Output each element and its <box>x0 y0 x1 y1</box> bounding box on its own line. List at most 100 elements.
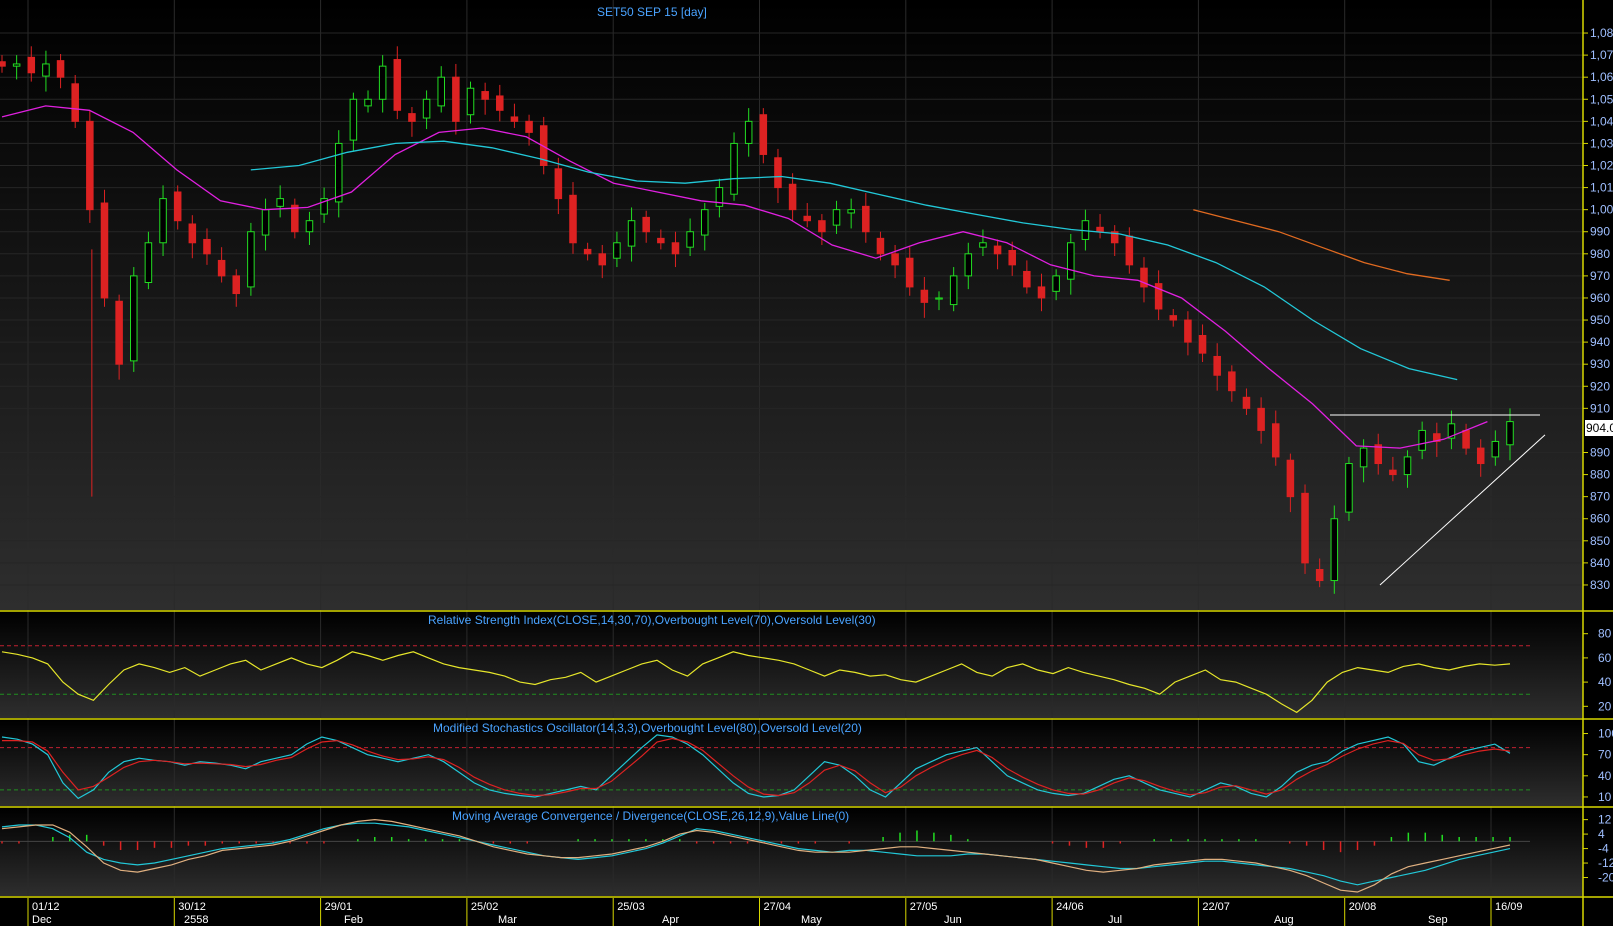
indicator-axis-label: -4 <box>1598 842 1609 856</box>
candle-up <box>42 63 50 77</box>
indicator-axis-label: -20 <box>1598 871 1613 885</box>
candle-up <box>1418 429 1426 451</box>
current-price-label: 904.00 <box>1586 421 1613 435</box>
candle-up <box>949 275 958 306</box>
candle-down <box>452 76 460 122</box>
candle-up <box>422 98 431 119</box>
candle-down <box>876 237 885 255</box>
x-axis-month-label: Dec <box>32 914 52 926</box>
price-axis-label: 1,080 <box>1590 26 1613 40</box>
indicator-axis-label: 4 <box>1598 827 1605 841</box>
candle-up <box>686 231 694 248</box>
candle-down <box>115 300 123 365</box>
indicator-axis-label: 80 <box>1598 627 1612 641</box>
candle-down <box>1286 459 1295 498</box>
candle-down <box>1476 447 1485 465</box>
candle-up <box>334 142 343 203</box>
candle-down <box>188 223 197 244</box>
candle-up <box>744 120 753 144</box>
candle-down <box>891 253 899 266</box>
candle-up <box>437 76 445 107</box>
candle-up <box>1052 275 1060 292</box>
candle-up <box>613 242 621 259</box>
stock-chart: 1,080 1,070 1,060 1,050 1,040 1,030 1,020 1,010… <box>0 0 1613 926</box>
candle-up <box>1359 447 1368 468</box>
candle-up <box>466 87 475 116</box>
rsi-panel-bg <box>0 612 1583 718</box>
candle-down <box>86 120 94 211</box>
candle-up <box>364 98 372 107</box>
x-axis-date-label: 25/02 <box>471 901 499 913</box>
candle-up <box>159 198 167 244</box>
candle-up <box>12 63 21 67</box>
candle-up <box>847 209 855 214</box>
candle-down <box>510 116 519 122</box>
candle-down <box>100 202 109 299</box>
price-axis-label: 850 <box>1590 534 1610 548</box>
candle-down <box>759 114 768 155</box>
rsi-title: Relative Strength Index(CLOSE,14,30,70),… <box>428 613 876 627</box>
x-axis-month-label: Sep <box>1428 914 1448 926</box>
candle-up <box>261 209 270 236</box>
candle-down <box>1228 371 1236 392</box>
price-axis-label: 950 <box>1590 313 1610 327</box>
x-axis-date-label: 22/07 <box>1202 901 1230 913</box>
candle-up <box>979 242 987 248</box>
candle-down <box>1169 315 1178 321</box>
indicator-axis-label: 70 <box>1598 748 1612 762</box>
candle-down <box>1242 396 1251 409</box>
x-axis-date-label: 27/05 <box>910 901 938 913</box>
candle-down <box>1037 286 1046 299</box>
candle-down <box>496 95 504 111</box>
candle-up <box>700 209 709 236</box>
candle-down <box>1198 334 1207 354</box>
indicator-axis-label: 12 <box>1598 813 1612 827</box>
candle-down <box>1315 569 1324 582</box>
candle-up <box>627 220 636 247</box>
price-axis-label: 960 <box>1590 291 1610 305</box>
candle-up <box>1506 421 1514 446</box>
x-axis-date-label: 01/12 <box>32 901 60 913</box>
price-axis-label: 870 <box>1590 490 1610 504</box>
price-axis-label: 880 <box>1590 468 1610 482</box>
candle-down <box>408 113 416 122</box>
x-axis-month-label: Aug <box>1274 914 1294 926</box>
price-axis-label: 1,020 <box>1590 159 1613 173</box>
x-axis-month-label: Jul <box>1108 914 1122 926</box>
price-axis-label: 910 <box>1590 401 1610 415</box>
price-axis-label: 920 <box>1590 379 1610 393</box>
price-axis-label: 1,040 <box>1590 114 1613 128</box>
macd-title: Moving Average Convergence / Divergence(… <box>452 809 849 823</box>
price-chart-title: SET50 SEP 15 [day] <box>597 5 707 19</box>
candle-up <box>730 142 738 195</box>
indicator-axis-label: 60 <box>1598 651 1612 665</box>
candle-down <box>920 289 929 303</box>
candle-up <box>1345 463 1353 513</box>
candle-down <box>1462 429 1470 449</box>
price-axis-label: 1,030 <box>1590 136 1613 150</box>
candle-down <box>525 120 533 133</box>
candle-down <box>481 91 489 100</box>
price-axis-label: 830 <box>1590 578 1610 592</box>
price-axis-label: 940 <box>1590 335 1610 349</box>
candle-down <box>642 216 650 233</box>
indicator-axis-label: 40 <box>1598 769 1612 783</box>
candle-down <box>217 259 226 277</box>
indicator-axis-label: 20 <box>1598 699 1612 713</box>
x-axis-month-label: Feb <box>344 914 363 926</box>
candle-down <box>788 183 797 211</box>
x-axis-month-label: Apr <box>662 914 679 926</box>
candle-up <box>305 220 314 233</box>
candle-down <box>173 191 182 222</box>
candle-down <box>598 253 607 266</box>
candle-up <box>1491 440 1500 458</box>
x-axis-month-label: May <box>801 914 822 926</box>
candle-down <box>27 56 36 74</box>
price-axis-label: 1,070 <box>1590 48 1613 62</box>
indicator-axis-label: 40 <box>1598 675 1612 689</box>
price-axis-label: 1,000 <box>1590 203 1613 217</box>
candle-down <box>56 60 65 78</box>
indicator-axis-label: 10 <box>1598 790 1612 804</box>
price-axis-label: 990 <box>1590 225 1610 239</box>
candle-up <box>964 253 973 277</box>
